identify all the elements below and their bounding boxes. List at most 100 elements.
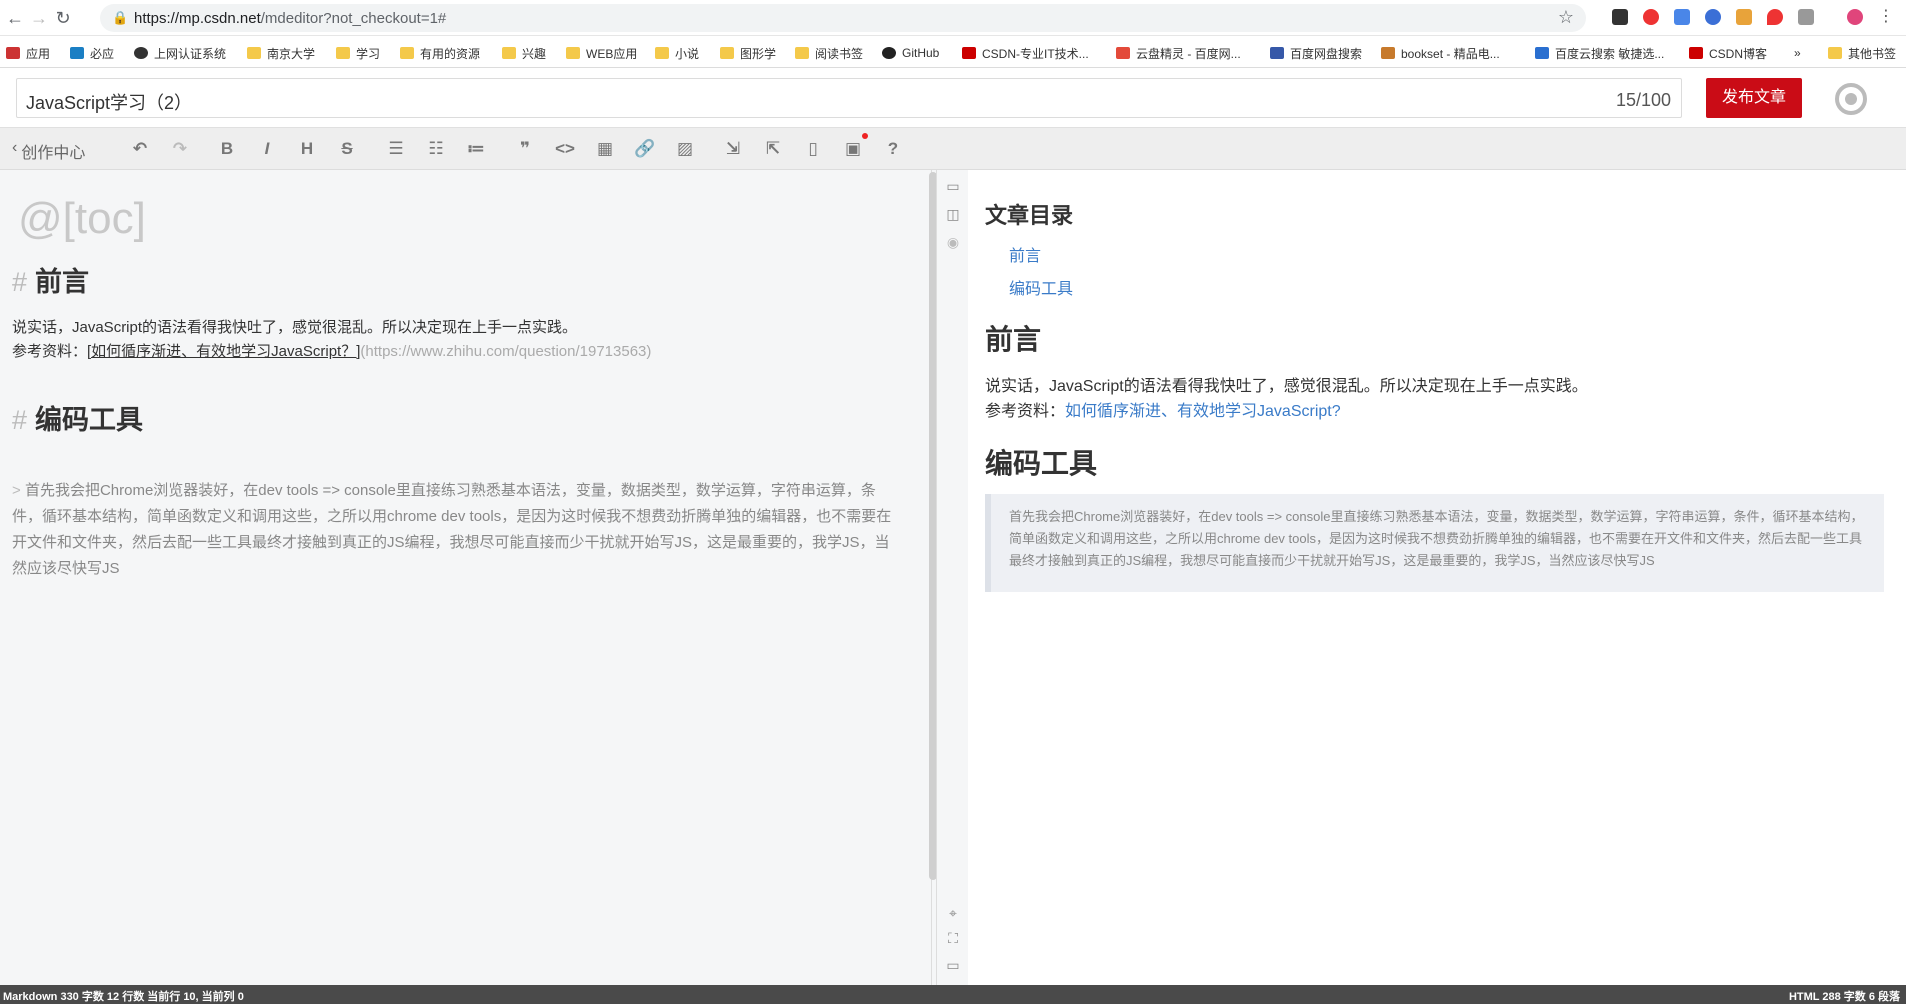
- task-list-icon[interactable]: ≔: [464, 137, 488, 161]
- pin-extension-icon[interactable]: [1767, 9, 1783, 25]
- bookmark-web-apps[interactable]: WEB应用: [566, 44, 637, 62]
- strikethrough-icon[interactable]: S: [335, 137, 359, 161]
- bookmark-resources[interactable]: 有用的资源: [400, 44, 480, 62]
- browser-toolbar: ← → ↻ 🔒 https://mp.csdn.net/mdeditor?not…: [0, 0, 1906, 36]
- bold-icon[interactable]: B: [215, 137, 239, 161]
- undo-icon[interactable]: ↶: [128, 137, 152, 161]
- csdn-icon: [1689, 47, 1703, 59]
- csdn-icon: [962, 47, 976, 59]
- link-icon[interactable]: 🔗: [633, 137, 657, 161]
- unordered-list-icon[interactable]: ☰: [384, 137, 408, 161]
- csdn-logo-icon[interactable]: [1835, 83, 1867, 115]
- monitor-icon[interactable]: ▭: [945, 957, 961, 973]
- preview-paragraph-1: 说实话，JavaScript的语法看得我快吐了，感觉很混乱。所以决定现在上手一点…: [985, 378, 1588, 395]
- status-bar: Markdown 330 字数 12 行数 当前行 10, 当前列 0 HTML…: [0, 985, 1906, 1004]
- notification-dot: [862, 133, 868, 139]
- note-extension-icon[interactable]: [1798, 9, 1814, 25]
- bookmark-other[interactable]: 其他书签: [1828, 44, 1896, 62]
- folder-icon: [655, 47, 669, 59]
- bookmark-nju[interactable]: 南京大学: [247, 44, 315, 62]
- bookmark-cloud-elf[interactable]: 云盘精灵 - 百度网...: [1116, 44, 1241, 62]
- bookmark-csdn[interactable]: CSDN-专业IT技术...: [962, 44, 1089, 62]
- quote-icon[interactable]: ❞: [513, 137, 537, 161]
- bookmark-login[interactable]: 上网认证系统: [134, 44, 226, 62]
- code-icon[interactable]: <>: [553, 137, 577, 161]
- address-bar[interactable]: 🔒 https://mp.csdn.net/mdeditor?not_check…: [100, 4, 1586, 32]
- preview-blockquote: 首先我会把Chrome浏览器装好，在dev tools => console里直…: [985, 494, 1884, 592]
- html-preview: 文章目录 前言 编码工具 前言 说实话，JavaScript的语法看得我快吐了，…: [968, 170, 1906, 985]
- search-site-icon: [1270, 47, 1284, 59]
- opera-extension-icon[interactable]: [1643, 9, 1659, 25]
- bookmark-graphics[interactable]: 图形学: [720, 44, 776, 62]
- preview-reference-link[interactable]: 如何循序渐进、有效地学习JavaScript?: [1065, 403, 1341, 420]
- markdown-editor[interactable]: @[toc] # 前言 说实话，JavaScript的语法看得我快吐了，感觉很混乱…: [0, 170, 932, 985]
- preview-reference-line: 参考资料：如何循序渐进、有效地学习JavaScript?: [985, 403, 1341, 420]
- bookmark-bing[interactable]: 必应: [70, 44, 114, 62]
- export-icon[interactable]: ⇱: [761, 137, 785, 161]
- reload-icon[interactable]: ↻: [52, 8, 74, 29]
- bookmark-novel[interactable]: 小说: [655, 44, 699, 62]
- translate-extension-icon[interactable]: [1674, 9, 1690, 25]
- md-paragraph-1: 说实话，JavaScript的语法看得我快吐了，感觉很混乱。所以决定现在上手一点…: [12, 319, 578, 336]
- tool-extension-icon[interactable]: [1736, 9, 1752, 25]
- ordered-list-icon[interactable]: ☷: [424, 137, 448, 161]
- help-icon[interactable]: ?: [881, 137, 905, 161]
- folder-icon: [247, 47, 261, 59]
- preview-side-tools: ▭ ◫ ◉ ⌖ ⛶ ▭: [936, 170, 968, 985]
- profile-avatar[interactable]: [1847, 9, 1863, 25]
- single-column-icon[interactable]: ▭: [945, 178, 961, 194]
- bookmark-reading[interactable]: 阅读书签: [795, 44, 863, 62]
- bookmark-bookset[interactable]: bookset - 精品电...: [1381, 44, 1500, 62]
- save-icon[interactable]: ▣: [841, 137, 865, 161]
- locate-icon[interactable]: ⌖: [945, 905, 961, 921]
- book-icon: [1381, 47, 1395, 59]
- back-arrow-icon[interactable]: ←: [4, 8, 26, 29]
- preview-heading-preface: 前言: [985, 324, 1042, 355]
- bookmark-apps[interactable]: 应用: [6, 44, 50, 62]
- draft-icon[interactable]: ▯: [801, 137, 825, 161]
- back-to-creator-center[interactable]: ‹ 创作中心: [12, 139, 85, 163]
- article-title-text: JavaScript学习（2）: [26, 93, 193, 113]
- publish-button[interactable]: 发布文章: [1706, 78, 1802, 118]
- bookmark-interest[interactable]: 兴趣: [502, 44, 546, 62]
- fullscreen-icon[interactable]: ⛶: [945, 930, 961, 946]
- eye-icon[interactable]: ◉: [945, 234, 961, 250]
- folder-icon: [720, 47, 734, 59]
- table-icon[interactable]: ▦: [593, 137, 617, 161]
- heading-icon[interactable]: H: [295, 137, 319, 161]
- folder-icon: [336, 47, 350, 59]
- shield-extension-icon[interactable]: [1705, 9, 1721, 25]
- editor-toolbar: ‹ 创作中心 ↶ ↷ B I H S ☰ ☷ ≔ ❞ <> ▦ 🔗 ▨ ⇲ ⇱ …: [0, 128, 1906, 170]
- status-html-stats: HTML 288 字数 6 段落: [1788, 991, 1900, 1003]
- article-title-input[interactable]: JavaScript学习（2） 15/100: [16, 78, 1682, 118]
- cloud-icon: [1116, 47, 1130, 59]
- menu-kebab-icon[interactable]: ⋮: [1878, 9, 1894, 25]
- forward-arrow-icon[interactable]: →: [28, 8, 50, 29]
- image-icon[interactable]: ▨: [673, 137, 697, 161]
- italic-icon[interactable]: I: [255, 137, 279, 161]
- url-text: https://mp.csdn.net/mdeditor?not_checkou…: [134, 10, 447, 27]
- bookmark-star-icon[interactable]: ☆: [1558, 7, 1574, 28]
- import-icon[interactable]: ⇲: [721, 137, 745, 161]
- bookmark-csdn-blog[interactable]: CSDN博客: [1689, 44, 1767, 62]
- bookmark-pan-search[interactable]: 百度网盘搜索: [1270, 44, 1362, 62]
- redo-icon[interactable]: ↷: [168, 137, 192, 161]
- folder-icon: [502, 47, 516, 59]
- split-column-icon[interactable]: ◫: [945, 206, 961, 222]
- toc-item-tools[interactable]: 编码工具: [1009, 275, 1073, 299]
- folder-icon: [566, 47, 580, 59]
- toc-item-preface[interactable]: 前言: [1009, 242, 1041, 266]
- chevron-left-icon: ‹: [12, 139, 18, 156]
- folder-icon: [1828, 47, 1842, 59]
- github-icon: [882, 47, 896, 59]
- preview-toc-title: 文章目录: [985, 203, 1074, 228]
- extension-icon[interactable]: [1612, 9, 1628, 25]
- title-char-count: 15/100: [1615, 90, 1671, 110]
- bookmark-github[interactable]: GitHub: [882, 44, 939, 62]
- globe-icon: [134, 47, 148, 59]
- bookmark-study[interactable]: 学习: [336, 44, 380, 62]
- bookmarks-overflow[interactable]: »: [1794, 44, 1801, 62]
- md-reference-line: 参考资料：[如何循序渐进、有效地学习JavaScript？](https://w…: [12, 343, 652, 360]
- bookmark-baiduyun-search[interactable]: 百度云搜索 敏捷选...: [1535, 44, 1664, 62]
- article-title-row: JavaScript学习（2） 15/100 发布文章: [0, 68, 1906, 128]
